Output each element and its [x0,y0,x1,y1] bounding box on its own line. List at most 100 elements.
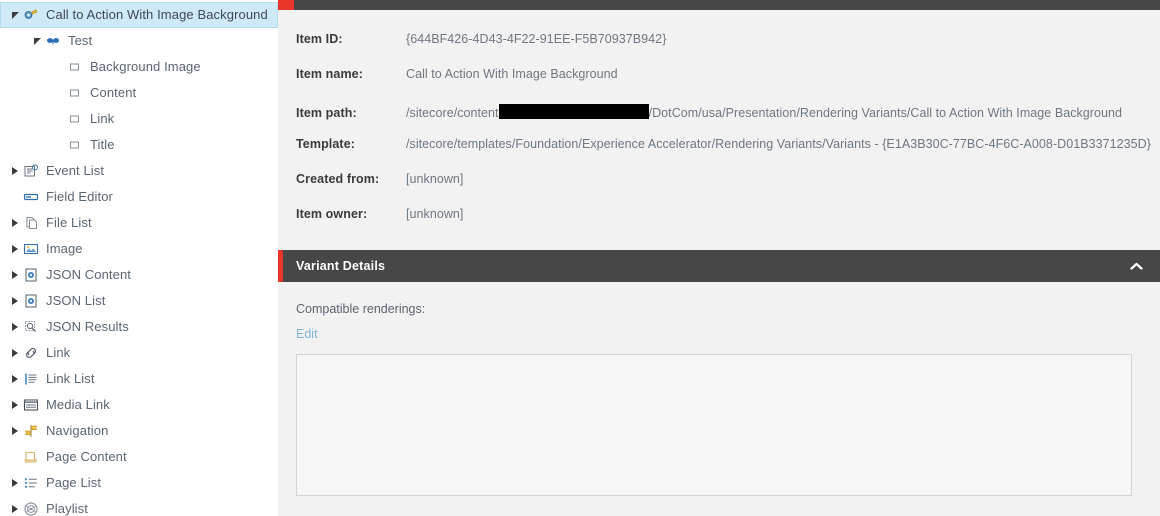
indent-spacer [0,340,8,366]
tree-item-link[interactable]: Link [0,106,278,132]
tree-item-label: Page List [46,475,102,490]
tree-item-link-list[interactable]: Link List [0,366,278,392]
tree-item-label: JSON Content [46,267,132,282]
compatible-renderings-listbox[interactable] [296,354,1132,496]
expand-arrow-icon[interactable] [8,470,22,496]
field-label: Created from: [296,172,380,186]
tree-item-label: Image [46,241,83,256]
no-arrow-spacer [52,132,66,158]
top-bar-accent [278,0,294,10]
expand-arrow-icon[interactable] [8,288,22,314]
expand-arrow-icon[interactable] [8,158,22,184]
json-results-icon [22,318,40,336]
tree-item-json-list[interactable]: JSON List [0,288,278,314]
variant-details-header[interactable]: Variant Details [278,250,1160,282]
tree-item-background-image[interactable]: Background Image [0,54,278,80]
tree-item-label: Playlist [46,501,88,516]
tree-item-event-list[interactable]: Event List [0,158,278,184]
redaction-bar [498,104,649,119]
expand-arrow-icon[interactable] [8,392,22,418]
expand-arrow-icon[interactable] [8,496,22,516]
collapse-arrow-icon[interactable] [8,2,22,28]
tree-item-json-content[interactable]: JSON Content [0,262,278,288]
field-label: Item owner: [296,207,368,221]
expand-arrow-icon[interactable] [8,366,22,392]
expand-arrow-icon[interactable] [8,210,22,236]
chevron-up-icon[interactable] [1122,250,1150,282]
playlist-icon [22,500,40,516]
variant-icon [22,6,40,24]
indent-spacer [0,28,30,54]
field-value-suffix: /DotCom/usa/Presentation/Rendering Varia… [648,106,1123,120]
indent-spacer [0,158,8,184]
field-label: Template: [296,137,356,151]
image-icon [22,240,40,258]
indent-spacer [0,236,8,262]
field-label: Item ID: [296,32,343,46]
collapse-arrow-icon[interactable] [30,28,44,54]
expand-arrow-icon[interactable] [8,262,22,288]
tree-item-label: Title [90,137,115,152]
edit-link[interactable]: Edit [296,327,318,341]
tree-item-field-editor[interactable]: Field Editor [0,184,278,210]
content-tree: Call to Action With Image Background Test… [0,0,278,516]
tree-item-label: Link [46,345,71,360]
indent-spacer [0,210,8,236]
tree-item-label: File List [46,215,92,230]
field-row: Item path: /sitecore/content/DotCom/usa/P… [278,102,1160,137]
tree-item-page-content[interactable]: Page Content [0,444,278,470]
tree-item-label: JSON List [46,293,106,308]
field-value: [unknown] [406,207,464,221]
tree-item-playlist[interactable]: Playlist [0,496,278,516]
field-row: Item ID: {644BF426-4D43-4F22-91EE-F5B7093… [278,32,1160,67]
field-row: Template: /sitecore/templates/Foundation/… [278,137,1160,172]
expand-arrow-icon[interactable] [8,418,22,444]
variant-details-body: Compatible renderings: Edit [278,282,1160,496]
tree-item-title[interactable]: Title [0,132,278,158]
section-title: Variant Details [296,259,386,273]
tree-item-json-results[interactable]: JSON Results [0,314,278,340]
field-label: Item name: [296,67,363,81]
indent-spacer [0,288,8,314]
field-row: Item name: Call to Action With Image Back… [278,67,1160,102]
field-value: Call to Action With Image Background [406,67,618,81]
tree-item-content[interactable]: Content [0,80,278,106]
no-arrow-spacer [8,184,22,210]
indent-spacer [0,366,8,392]
tree-item-label: JSON Results [46,319,129,334]
link-icon [22,344,40,362]
panel-top-bar [278,0,1160,10]
tree-item-test[interactable]: Test [0,28,278,54]
field-value: [unknown] [406,172,464,186]
tree-item-media-link[interactable]: Media Link [0,392,278,418]
expand-arrow-icon[interactable] [8,314,22,340]
field-square-icon [66,110,84,128]
field-value-prefix: /sitecore/content [406,106,499,120]
mask-icon [44,32,62,50]
tree-item-label: Media Link [46,397,110,412]
section-accent-bar [278,250,283,282]
field-square-icon [66,58,84,76]
tree-item-page-list[interactable]: Page List [0,470,278,496]
indent-spacer [0,314,8,340]
tree-item-label: Page Content [46,449,127,464]
page-content-icon [22,448,40,466]
tree-item-label: Link [90,111,115,126]
tree-item-link[interactable]: Link [0,340,278,366]
indent-spacer [0,392,8,418]
indent-spacer [0,80,52,106]
indent-spacer [0,496,8,516]
sitecore-content-editor: Call to Action With Image Background Test… [0,0,1160,516]
indent-spacer [0,444,8,470]
field-value: /sitecore/content/DotCom/usa/Presentatio… [406,102,1122,120]
no-arrow-spacer [52,54,66,80]
tree-item-call-to-action-with-image-background[interactable]: Call to Action With Image Background [0,2,278,28]
expand-arrow-icon[interactable] [8,236,22,262]
tree-item-file-list[interactable]: File List [0,210,278,236]
expand-arrow-icon[interactable] [8,340,22,366]
event-list-icon [22,162,40,180]
tree-item-image[interactable]: Image [0,236,278,262]
tree-item-navigation[interactable]: Navigation [0,418,278,444]
no-arrow-spacer [52,106,66,132]
json-content-icon [22,266,40,284]
